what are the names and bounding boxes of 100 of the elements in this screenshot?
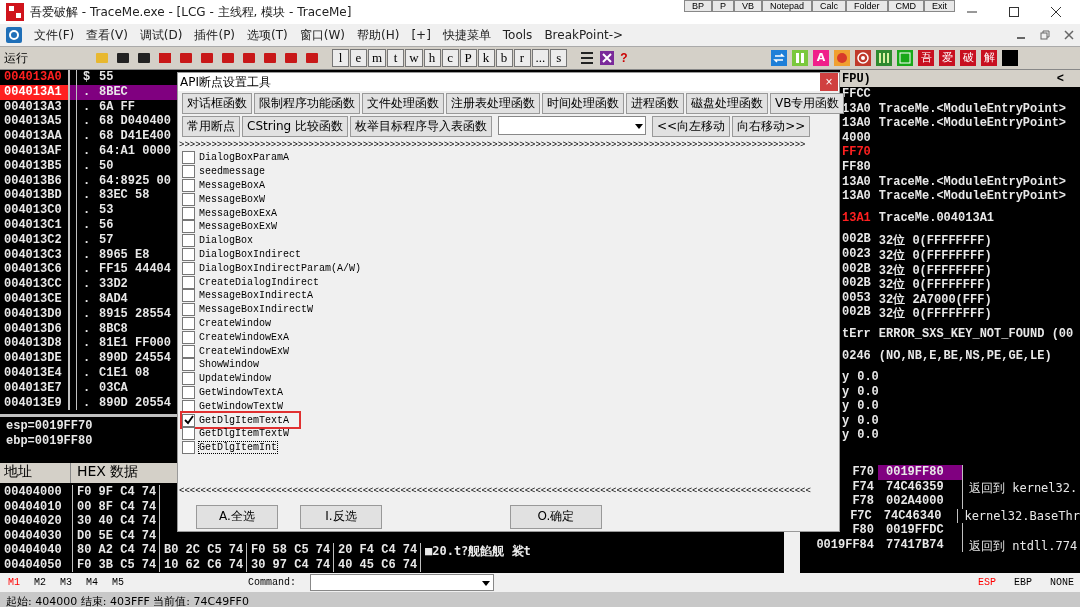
window-button[interactable]: ... [531,49,550,67]
window-button[interactable]: b [495,49,513,67]
window-button[interactable]: k [477,49,495,67]
checkbox-label[interactable]: GetWindowTextA [199,386,283,398]
menu-item[interactable]: 快捷菜单 [442,26,491,44]
stack-mode[interactable]: ESP [977,577,996,588]
checkbox-label[interactable]: seedmessage [199,166,265,178]
menu-item[interactable]: 调试(D) [139,26,183,44]
menu-item[interactable]: BreakPoint-> [544,28,624,42]
checkbox-label[interactable]: CreateWindow [199,317,271,329]
checkbox-label[interactable]: GetWindowTextW [199,400,283,412]
category-button[interactable]: 注册表处理函数 [446,93,540,114]
refresh-icon[interactable] [771,50,787,66]
checkbox[interactable] [182,206,195,220]
category-button[interactable]: 限制程序功能函数 [254,93,360,114]
window-button[interactable]: P [459,49,477,67]
grid-icon[interactable] [599,50,616,66]
window-button[interactable]: m [368,49,387,67]
target-icon[interactable] [855,50,871,66]
category-button[interactable]: 进程函数 [626,93,684,114]
quick-tool-button[interactable]: Exit [924,0,956,12]
window-button[interactable]: c [441,49,459,67]
checkbox[interactable] [182,261,195,275]
category-button[interactable]: 常用断点 [182,116,240,137]
checkbox-label[interactable]: GetDlgItemTextW [199,428,289,440]
stack-mode[interactable]: EBP [1013,577,1032,588]
checkbox[interactable] [182,344,195,358]
quick-tool-button[interactable]: VB [734,0,763,12]
checkbox[interactable] [182,179,195,192]
quick-tool-button[interactable]: CMD [887,0,925,12]
column-header[interactable]: HEX 数据 [71,463,139,483]
checkbox[interactable] [182,358,195,372]
checkbox[interactable] [182,385,195,399]
maximize-icon[interactable] [1008,6,1020,18]
checkbox[interactable] [182,441,195,455]
checkbox[interactable] [182,413,195,427]
quick-tool-button[interactable]: BP [684,0,712,12]
checkbox-label[interactable]: DialogBox [199,235,253,247]
checkbox-label[interactable]: ShowWindow [199,359,259,371]
badge[interactable]: A [813,50,829,66]
quick-tool-button[interactable]: Notepad [762,0,813,12]
window-button[interactable]: r [513,49,531,67]
memory-tab[interactable]: M5 [112,577,125,588]
brand-tile[interactable]: 爱 [939,50,955,66]
checkbox[interactable] [182,165,195,179]
checkbox[interactable] [182,330,195,344]
checkbox[interactable] [182,234,195,248]
menu-item[interactable]: 窗口(W) [299,26,345,44]
close-button[interactable]: × [820,73,838,91]
brand-tile[interactable]: 吾 [918,50,934,66]
memory-tab[interactable]: M2 [34,577,47,588]
memory-tab[interactable]: M3 [60,577,73,588]
checkbox-label[interactable]: DialogBoxIndirect [199,248,302,260]
checkbox[interactable] [182,275,195,289]
window-button[interactable]: t [387,49,405,67]
memory-tab[interactable]: M4 [86,577,99,588]
collapse-button[interactable]: < [1056,71,1064,86]
category-button[interactable]: 对话框函数 [182,93,252,114]
menu-item[interactable]: 插件(P) [194,26,236,44]
checkbox-label[interactable]: MessageBoxExA [199,207,277,219]
window-button[interactable]: e [350,49,367,67]
checkbox-label[interactable]: CreateDialogIndirect [199,276,320,288]
checkbox-label[interactable]: MessageBoxW [199,193,265,205]
checkbox-label[interactable]: MessageBoxA [199,180,265,191]
menu-item[interactable]: 选项(T) [247,26,288,44]
checkbox[interactable] [182,427,195,441]
restore-icon[interactable] [1040,30,1050,40]
checkbox-label[interactable]: MessageBoxExW [199,221,277,233]
bars-icon[interactable] [876,50,892,66]
category-button[interactable]: VB专用函数 [770,93,845,114]
menu-item[interactable]: [+] [411,28,431,42]
window-button[interactable]: s [550,49,568,67]
quick-tool-button[interactable]: P [712,0,735,12]
quick-tool-button[interactable]: Calc [812,0,847,12]
checkbox[interactable] [182,192,195,206]
category-button[interactable]: 磁盘处理函数 [686,93,768,114]
command-field[interactable] [310,574,495,591]
menu-item[interactable]: 帮助(H) [357,26,400,44]
window-button[interactable]: w [405,49,423,67]
menu-item[interactable]: 文件(F) [34,26,75,44]
ok-button[interactable]: O.确定 [510,504,602,529]
category-button[interactable]: 时间处理函数 [542,93,624,114]
checkbox-label[interactable]: DialogBoxIndirectParam(A/W) [199,262,362,274]
checkbox-label[interactable]: GetDlgItemTextA [199,414,289,426]
checkbox[interactable] [182,220,195,234]
brand-tile[interactable]: 解 [981,50,997,66]
checkbox-label[interactable]: MessageBoxIndirectA [199,290,314,302]
checkbox-label[interactable]: GetDlgItemInt [199,442,277,454]
app-icon[interactable] [6,27,22,43]
checkbox[interactable] [182,247,195,261]
invert-button[interactable]: I.反选 [300,504,382,529]
move-button[interactable]: <<向左移动 [652,116,731,137]
checkbox-label[interactable]: MessageBoxIndirectW [199,304,314,316]
memory-tab[interactable]: M1 [8,577,20,588]
checkbox[interactable] [182,289,195,303]
menu-item[interactable]: Tools [502,28,533,42]
quick-tool-button[interactable]: Folder [846,0,888,12]
move-button[interactable]: 向右移动>> [732,116,811,137]
checkbox[interactable] [182,151,195,165]
category-button[interactable]: 文件处理函数 [362,93,444,114]
